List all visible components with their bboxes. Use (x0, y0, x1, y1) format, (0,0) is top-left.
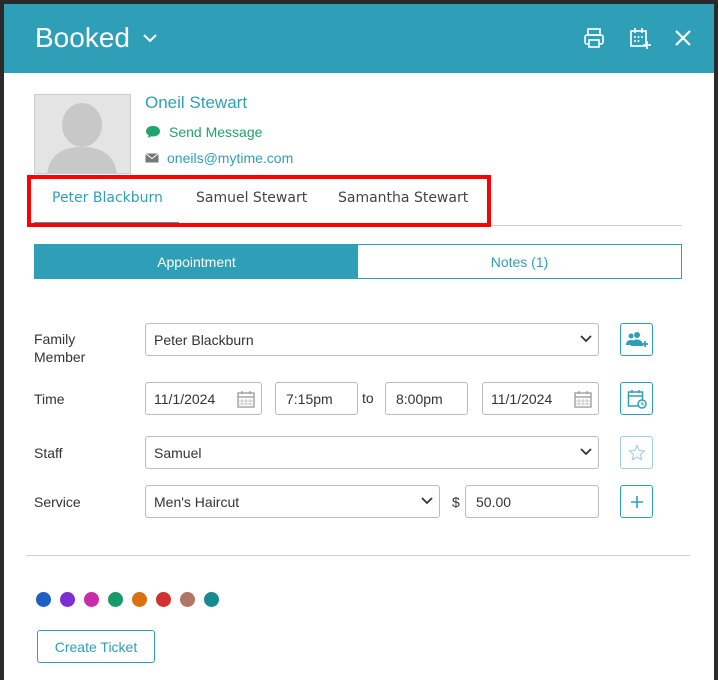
color-dot-blue[interactable] (36, 592, 51, 607)
create-ticket-button[interactable]: Create Ticket (37, 630, 155, 663)
family-member-value: Peter Blackburn (154, 331, 254, 348)
chevron-down-icon (580, 335, 592, 343)
time-label: Time (34, 391, 65, 407)
calendar-icon[interactable] (237, 390, 255, 408)
plus-icon (630, 495, 643, 508)
view-toggle: Appointment Notes (1) (34, 244, 682, 279)
service-value: Men's Haircut (154, 493, 240, 510)
family-member-select[interactable]: Peter Blackburn (145, 323, 599, 356)
color-dot-teal[interactable] (204, 592, 219, 607)
tab-notes[interactable]: Notes (1) (358, 245, 681, 278)
color-dot-brown[interactable] (180, 592, 195, 607)
family-member-label: Family Member (34, 331, 86, 365)
person-silhouette-icon (47, 103, 117, 173)
start-date-input[interactable]: 11/1/2024 (145, 382, 262, 415)
email-link[interactable]: oneils@mytime.com (145, 150, 293, 166)
end-date-input[interactable]: 11/1/2024 (482, 382, 599, 415)
start-time-value: 7:15pm (286, 390, 333, 407)
color-dot-magenta[interactable] (84, 592, 99, 607)
start-date-value: 11/1/2024 (154, 390, 216, 407)
end-time-input[interactable]: 8:00pm (385, 382, 468, 415)
staff-value: Samuel (154, 444, 202, 461)
close-icon[interactable] (671, 26, 695, 50)
end-time-value: 8:00pm (396, 390, 443, 407)
group-add-icon (625, 331, 648, 347)
end-date-value: 11/1/2024 (491, 390, 553, 407)
time-separator: to (362, 390, 374, 406)
service-select[interactable]: Men's Haircut (145, 485, 440, 518)
status-title[interactable]: Booked (35, 22, 130, 54)
section-divider (26, 555, 690, 556)
chevron-down-icon (421, 497, 433, 505)
chevron-down-icon[interactable] (142, 32, 158, 44)
calendar-icon[interactable] (574, 390, 592, 408)
color-dot-purple[interactable] (60, 592, 75, 607)
price-value: 50.00 (476, 493, 512, 510)
color-dot-red[interactable] (156, 592, 171, 607)
recurring-calendar-button[interactable] (620, 382, 653, 415)
avatar (34, 94, 131, 174)
service-label: Service (34, 494, 81, 510)
staff-select[interactable]: Samuel (145, 436, 599, 469)
star-icon (627, 443, 646, 461)
chevron-down-icon (580, 448, 592, 456)
chat-bubble-icon (146, 126, 160, 138)
send-message-link[interactable]: Send Message (145, 124, 262, 140)
client-name[interactable]: Oneil Stewart (145, 93, 247, 113)
highlight-box (27, 175, 491, 227)
send-message-label: Send Message (169, 124, 263, 140)
print-icon[interactable] (582, 26, 606, 50)
color-dot-green[interactable] (108, 592, 123, 607)
currency-symbol: $ (452, 494, 460, 510)
envelope-icon (145, 153, 159, 163)
price-input[interactable]: 50.00 (465, 485, 599, 518)
favorite-staff-button[interactable] (620, 436, 653, 469)
add-service-button[interactable] (620, 485, 653, 518)
tab-appointment[interactable]: Appointment (35, 245, 358, 278)
add-family-member-button[interactable] (620, 323, 653, 356)
calendar-add-icon[interactable] (628, 26, 652, 50)
color-dot-orange[interactable] (132, 592, 147, 607)
email-address: oneils@mytime.com (167, 150, 294, 166)
booking-panel: Booked Oneil Stewart Send Message oneils… (4, 4, 714, 680)
calendar-repeat-icon (627, 389, 647, 409)
staff-label: Staff (34, 445, 63, 461)
start-time-input[interactable]: 7:15pm (275, 382, 358, 415)
header-bar: Booked (4, 4, 714, 73)
